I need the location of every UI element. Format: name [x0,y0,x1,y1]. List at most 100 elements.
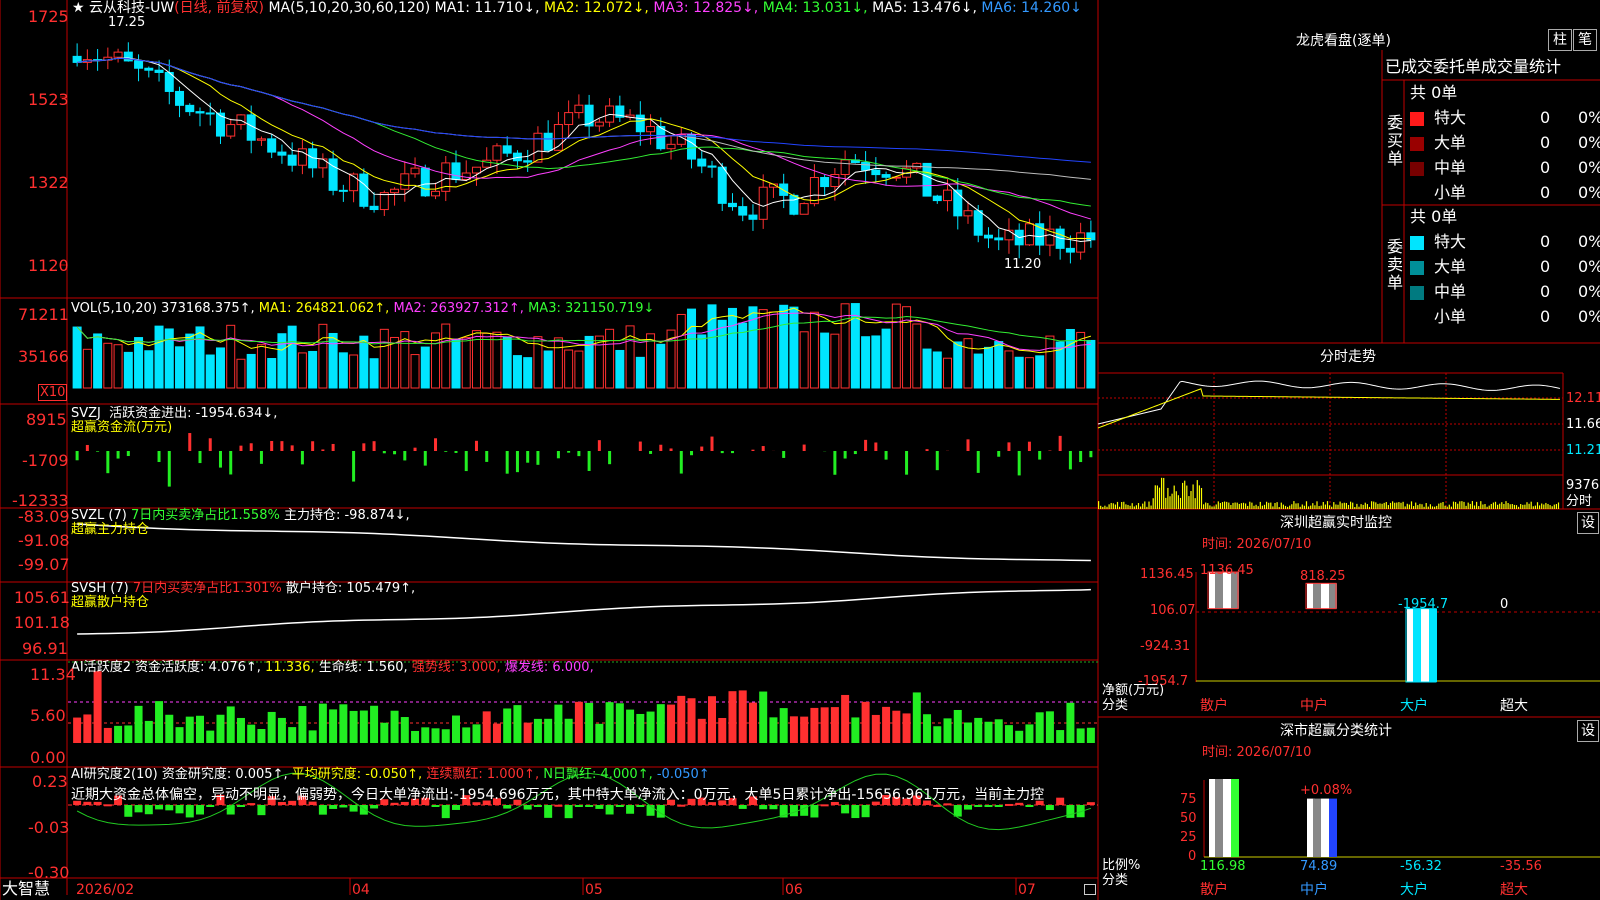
candle [994,237,1004,241]
intraday-volume-bar [1343,502,1345,509]
tick-view-button[interactable]: 笔 [1573,29,1597,51]
lock-icon[interactable] [1084,884,1096,895]
intraday-volume-bar [1203,504,1205,509]
intraday-volume-bar [1339,501,1341,509]
activity-bar [697,718,706,743]
candle [338,189,348,192]
intraday-volume-bar [1549,505,1551,509]
ma-line [77,57,1091,240]
intraday-volume-bar [1320,505,1322,509]
sell-row-s[interactable]: 小单00% [1410,306,1600,331]
intraday-volume-bar [1398,502,1400,509]
activity-bar [636,713,645,743]
intraday-volume-bar [1484,504,1486,509]
volume-bar [1024,357,1034,389]
intraday-volume-bar [1377,503,1379,509]
activity-bar [964,722,972,743]
chart-canvas[interactable] [0,0,1600,900]
volume-bar [123,351,133,389]
bar-value-label: -35.56 [1500,859,1542,874]
stock-name[interactable]: 云从科技-UW [89,0,174,16]
favorite-star-icon[interactable]: ★ [72,0,85,16]
sell-total: 共 0单 [1410,207,1458,226]
sell-table: 特大00% 大单00% 中单00% 小单00% [1410,231,1600,331]
intraday-volume-bar [1261,505,1263,509]
activity-bar [533,718,542,743]
activity-bar [574,701,583,743]
brand-logo[interactable]: 大智慧 [2,880,50,898]
intraday-volume-bar [1190,491,1192,509]
intraday-volume-bar [1322,501,1324,509]
buy-row-xl[interactable]: 特大00% [1410,107,1600,132]
sz-monitor-axis-label: 净额(万元) [1102,683,1165,698]
category-bar[interactable] [1305,582,1337,610]
vol-unit-badge[interactable]: X10 [38,384,68,401]
bar-view-button[interactable]: 柱 [1548,29,1572,51]
category-bar[interactable] [1209,779,1239,857]
volume-bar [543,350,553,389]
flow-bar [167,451,171,487]
intraday-volume-bar [1557,502,1560,509]
svsh-text1: 7日内买卖净占比1.301% [132,581,282,596]
sell-row-m[interactable]: 中单00% [1410,281,1600,306]
sz-class-settings-button[interactable]: 设 [1577,720,1599,742]
volume-bar [820,332,830,389]
candle [328,158,338,191]
sell-row-l[interactable]: 大单00% [1410,256,1600,281]
volume-bar [594,335,604,389]
volume-bar [1014,356,1024,389]
research-bar [134,805,143,813]
activity-bar [667,704,676,743]
candle [748,214,758,220]
candle [410,167,420,175]
buy-row-s[interactable]: 小单00% [1410,182,1600,207]
activity-bar [871,714,880,743]
ai2-comment: 近期大资金总体偏空，异动不明显，偏弱势，今日大单净流出:-1954.696万元，… [71,787,1045,803]
volume-bar [175,346,185,389]
intraday-volume-bar [1415,502,1417,509]
intraday-volume-bar [1450,506,1452,509]
activity-bar [73,717,82,743]
fenshi-title[interactable]: 分时走势 [1320,349,1376,365]
ai2-t2: 平均研究度: -0.050↑, [291,767,423,782]
intraday-volume-bar [1291,504,1293,509]
buy-row-l[interactable]: 大单00% [1410,132,1600,157]
candle [492,145,502,161]
intraday-volume-bar [1444,505,1446,509]
intraday-volume-bar [1463,501,1465,509]
candle [1004,229,1014,241]
svsh-header: SVSH (7) 7日内买卖净占比1.301% 散户持仓: 105.479↑, [71,581,415,596]
buy-row-m[interactable]: 中单00% [1410,157,1600,182]
y-tick: 12.11 [1566,391,1600,406]
y-tick: 71211 [18,305,69,324]
flow-bar [157,451,161,463]
category-bar[interactable] [1307,798,1337,857]
candle [840,159,850,176]
flow-bar [526,451,530,463]
bar-segment [1313,583,1321,609]
activity-bar [257,728,266,743]
activity-bar [339,704,348,743]
research-bar [431,805,440,807]
ma6-value: MA6: 14.260↓ [981,0,1082,16]
activity-bar [349,710,358,743]
svsh-subtitle: 超赢散户持仓 [71,595,150,610]
activity-bar [728,691,737,743]
bar-segment [1321,798,1329,857]
candle [779,183,789,196]
research-bar [759,805,768,810]
intraday-volume-bar [1171,493,1173,509]
intraday-volume-bar [1188,496,1190,509]
flow-bar [1058,435,1062,451]
sell-row-xl[interactable]: 特大00% [1410,231,1600,256]
intraday-volume-bar [1303,505,1305,509]
chart-mode[interactable]: (日线, 前复权) [174,0,264,16]
category-bar[interactable] [1405,608,1437,683]
research-bar [185,805,194,818]
sz-monitor-settings-button[interactable]: 设 [1577,512,1599,534]
research-bar [175,805,184,814]
activity-bar [380,722,389,743]
flow-bar [966,439,970,451]
flow-bar [556,451,560,459]
candle [871,169,881,176]
